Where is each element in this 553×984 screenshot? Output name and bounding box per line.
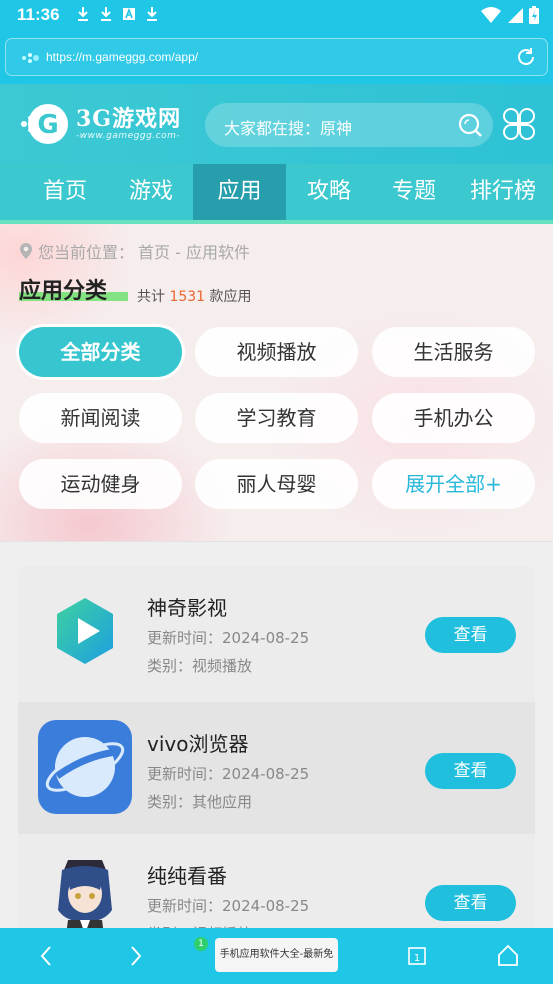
category-panel: 您当前位置： 首页 - 应用软件 应用分类 共计 1531 款应用 全部分类 视…	[0, 224, 553, 542]
nav-item-games[interactable]: 游戏	[110, 164, 192, 220]
view-button[interactable]: 查看	[425, 753, 516, 789]
site-header: G 3G游戏网 -www.gameggg.com- 大家都在搜：原神	[0, 84, 553, 164]
breadcrumb-prefix: 您当前位置：	[38, 243, 135, 262]
address-bar[interactable]: https://m.gameggg.com/app/	[5, 38, 548, 76]
back-icon[interactable]	[36, 941, 56, 971]
tag-beauty[interactable]: 丽人母婴	[195, 459, 358, 509]
wifi-icon	[481, 7, 501, 23]
app-category: 类别：视频播放	[147, 657, 253, 675]
nav-item-home[interactable]: 首页	[24, 164, 106, 220]
signal-icon	[508, 8, 523, 23]
app-updated: 更新时间：2024-08-25	[147, 629, 310, 647]
list-item[interactable]: vivo浏览器 更新时间：2024-08-25 类别：其他应用 查看	[18, 702, 535, 834]
location-pin-icon	[20, 243, 32, 259]
tag-all[interactable]: 全部分类	[19, 327, 182, 377]
view-button[interactable]: 查看	[425, 885, 516, 921]
app-name[interactable]: vivo浏览器	[147, 728, 248, 757]
category-title: 应用分类	[19, 279, 108, 304]
list-item[interactable]: 纯纯看番 更新时间：2024-08-25 类别：视频播放 查看	[18, 834, 535, 932]
tag-video[interactable]: 视频播放	[195, 327, 358, 377]
logo-g-icon: G	[21, 104, 68, 144]
tag-life[interactable]: 生活服务	[372, 327, 535, 377]
download-icon	[147, 7, 157, 21]
app-name[interactable]: 神奇影视	[147, 592, 227, 621]
search-placeholder: 大家都在搜：原神	[224, 119, 353, 138]
status-bar: 11:36	[0, 0, 553, 30]
logo-title: 3G游戏网	[76, 106, 182, 132]
tag-sports[interactable]: 运动健身	[19, 459, 182, 509]
site-favicon-icon	[22, 53, 39, 63]
tab-count-badge: 1	[194, 937, 208, 951]
app-icon-chunchun-anime	[58, 860, 112, 932]
reload-icon[interactable]	[515, 46, 537, 68]
download-icon	[101, 7, 111, 21]
tabs-icon[interactable]: 1	[406, 941, 428, 971]
app-count-number: 1531	[169, 289, 206, 305]
site-logo[interactable]: G 3G游戏网 -www.gameggg.com-	[18, 98, 181, 150]
current-tab-preview[interactable]: 手机应用软件大全-最新免	[215, 938, 338, 972]
font-icon	[123, 7, 135, 20]
tag-expand-all[interactable]: 展开全部+	[372, 459, 535, 509]
logo-subtitle: -www.gameggg.com-	[76, 131, 181, 141]
status-time: 11:36	[17, 5, 60, 24]
tag-news[interactable]: 新闻阅读	[19, 393, 182, 443]
tag-education[interactable]: 学习教育	[195, 393, 358, 443]
list-item[interactable]: 神奇影视 更新时间：2024-08-25 类别：视频播放 查看	[18, 566, 535, 698]
svg-text:G: G	[37, 110, 58, 140]
tag-office[interactable]: 手机办公	[372, 393, 535, 443]
app-icon-shenqi	[57, 598, 113, 664]
url-text[interactable]: https://m.gameggg.com/app/	[46, 50, 198, 64]
breadcrumb-path[interactable]: 首页 - 应用软件	[138, 239, 250, 263]
app-list: 神奇影视 更新时间：2024-08-25 类别：视频播放 查看 vivo浏览器 …	[18, 566, 535, 932]
svg-text:1: 1	[414, 953, 420, 964]
nav-item-rankings[interactable]: 排行榜	[470, 164, 553, 220]
search-input[interactable]: 大家都在搜：原神	[205, 103, 493, 147]
battery-icon	[529, 6, 539, 24]
view-button[interactable]: 查看	[425, 617, 516, 653]
app-count: 共计 1531 款应用	[137, 289, 252, 305]
nav-item-guides[interactable]: 攻略	[288, 164, 370, 220]
breadcrumb: 您当前位置： 首页 - 应用软件	[18, 239, 250, 263]
nav-item-topics[interactable]: 专题	[373, 164, 455, 220]
search-icon[interactable]	[457, 112, 483, 138]
main-nav: 首页 游戏 应用 攻略 专题 排行榜	[0, 164, 553, 224]
app-updated: 更新时间：2024-08-25	[147, 897, 310, 915]
home-icon[interactable]	[496, 941, 520, 971]
app-name[interactable]: 纯纯看番	[147, 860, 227, 889]
browser-bottom-bar: 1 手机应用软件大全-最新免 1	[0, 928, 553, 984]
download-icon	[78, 7, 88, 21]
app-updated: 更新时间：2024-08-25	[147, 765, 310, 783]
nav-item-apps[interactable]: 应用	[193, 164, 286, 220]
menu-grid-icon[interactable]	[502, 107, 536, 141]
app-category: 类别：其他应用	[147, 793, 253, 811]
forward-icon[interactable]	[126, 941, 146, 971]
app-icon-vivo-browser	[38, 720, 132, 814]
